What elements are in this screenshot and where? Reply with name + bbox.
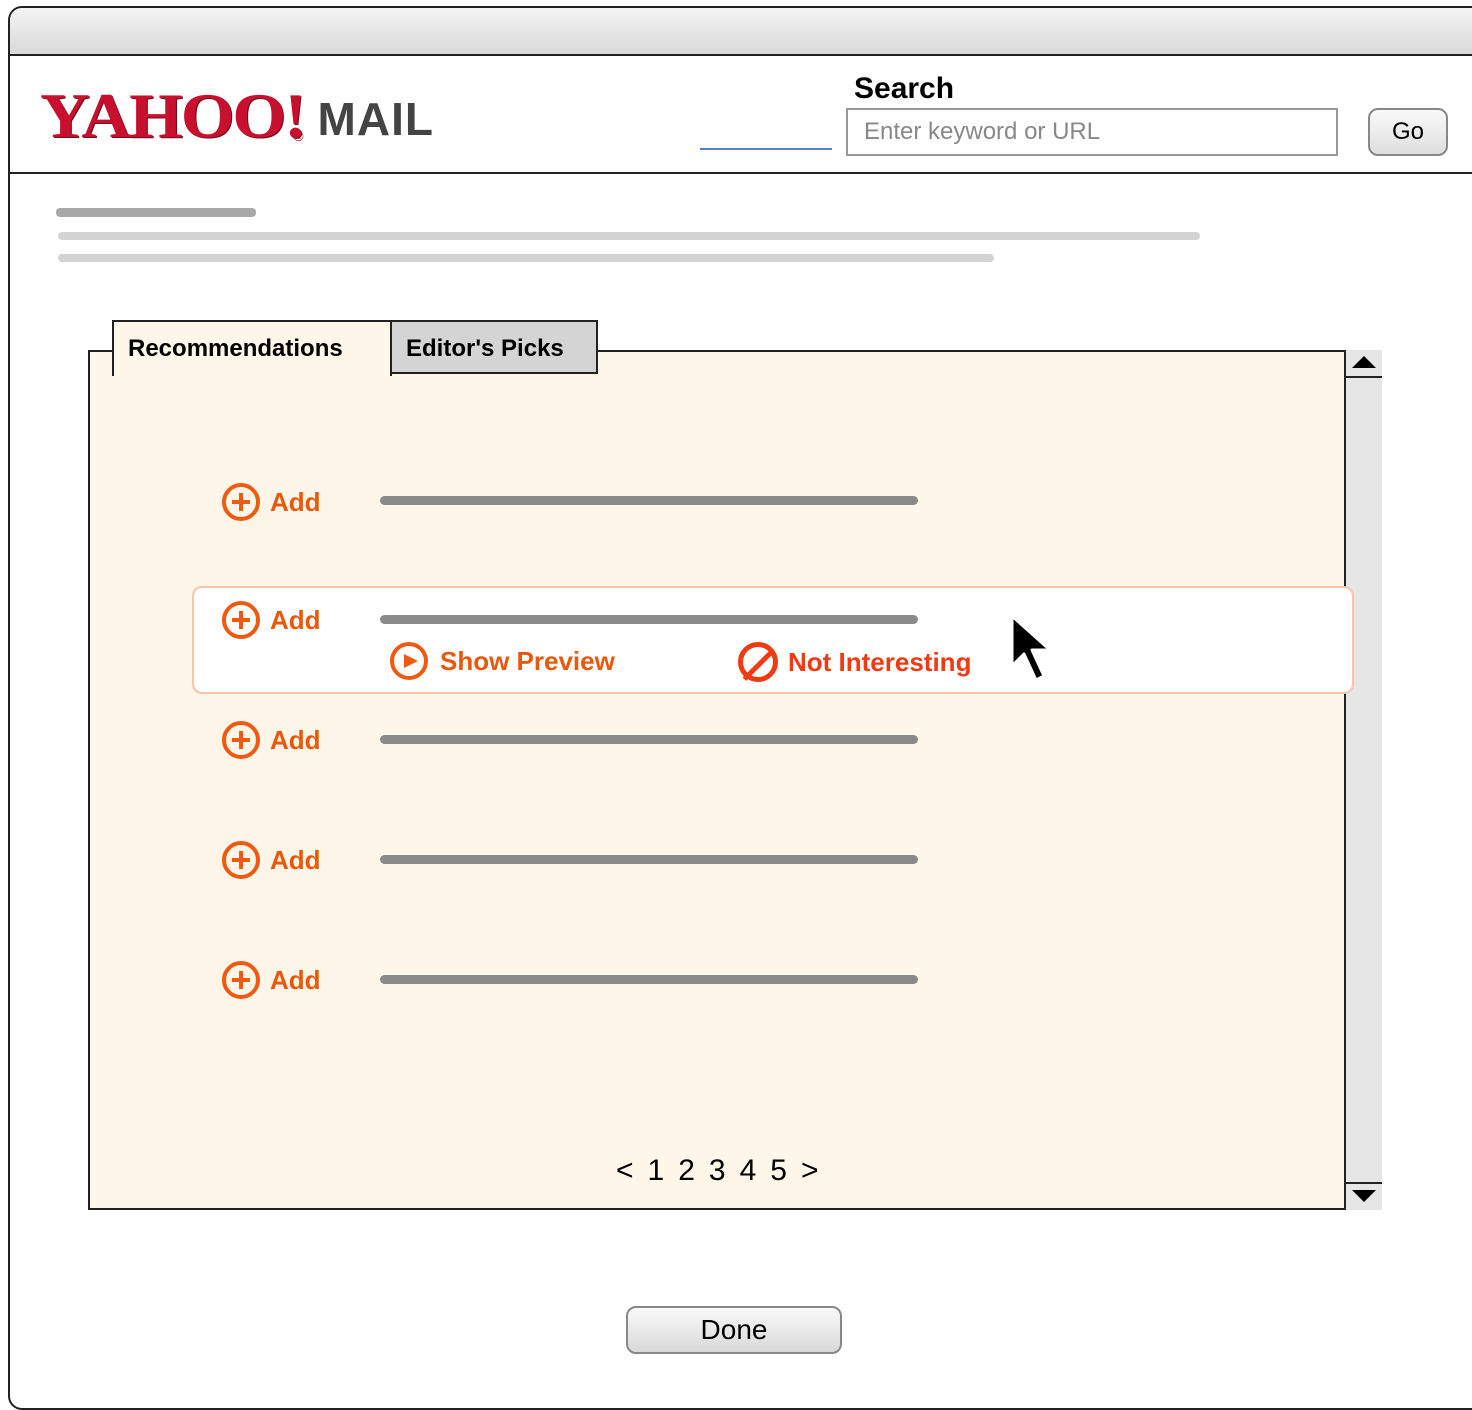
recommendations-panel bbox=[88, 350, 1382, 1210]
item-title-placeholder[interactable] bbox=[380, 855, 918, 864]
scroll-down-button[interactable] bbox=[1346, 1182, 1382, 1210]
add-label: Add bbox=[270, 486, 321, 517]
play-circle-icon bbox=[390, 642, 428, 680]
item-title-placeholder[interactable] bbox=[380, 735, 918, 744]
add-label: Add bbox=[270, 964, 321, 995]
skeleton-heading bbox=[56, 208, 256, 217]
logo-wordmark: YAHOO! bbox=[40, 80, 307, 151]
add-label: Add bbox=[270, 844, 321, 875]
pagination: < 1 2 3 4 5 > bbox=[616, 1154, 819, 1188]
item-title-placeholder[interactable] bbox=[380, 496, 918, 505]
pagination-page-4[interactable]: 4 bbox=[740, 1154, 757, 1188]
plus-circle-icon bbox=[222, 961, 260, 999]
add-button[interactable]: Add bbox=[222, 601, 321, 639]
list-item: Add bbox=[222, 838, 321, 882]
skeleton-text-line bbox=[58, 232, 1200, 240]
scroll-up-button[interactable] bbox=[1346, 350, 1382, 378]
arrow-up-icon bbox=[1352, 356, 1376, 368]
add-label: Add bbox=[270, 604, 321, 635]
add-button[interactable]: Add bbox=[222, 961, 321, 999]
arrow-down-icon bbox=[1352, 1190, 1376, 1202]
plus-circle-icon bbox=[222, 483, 260, 521]
item-title-placeholder[interactable] bbox=[380, 615, 918, 624]
list-item: Add bbox=[222, 718, 321, 762]
header: YAHOO! ® MAIL Search Go bbox=[10, 56, 1472, 174]
pagination-page-2[interactable]: 2 bbox=[678, 1154, 695, 1188]
add-button[interactable]: Add bbox=[222, 483, 321, 521]
pagination-next[interactable]: > bbox=[801, 1154, 819, 1188]
plus-circle-icon bbox=[222, 601, 260, 639]
go-button[interactable]: Go bbox=[1368, 108, 1448, 156]
prohibited-icon bbox=[738, 642, 778, 682]
plus-circle-icon bbox=[222, 841, 260, 879]
add-button[interactable]: Add bbox=[222, 841, 321, 879]
show-preview-button[interactable]: Show Preview bbox=[390, 642, 615, 680]
list-item: Add bbox=[222, 958, 321, 1002]
pagination-prev[interactable]: < bbox=[616, 1154, 634, 1188]
list-item: Add bbox=[222, 480, 321, 524]
pagination-page-1[interactable]: 1 bbox=[648, 1154, 665, 1188]
pagination-page-5[interactable]: 5 bbox=[770, 1154, 787, 1188]
tab-editors-picks[interactable]: Editor's Picks bbox=[390, 320, 598, 374]
add-label: Add bbox=[270, 724, 321, 755]
not-interesting-label: Not Interesting bbox=[788, 646, 972, 677]
add-button[interactable]: Add bbox=[222, 721, 321, 759]
tab-recommendations[interactable]: Recommendations bbox=[112, 320, 392, 376]
search-label: Search bbox=[854, 72, 955, 105]
pagination-page-3[interactable]: 3 bbox=[709, 1154, 726, 1188]
logo-product-name: MAIL bbox=[317, 93, 434, 145]
plus-circle-icon bbox=[222, 721, 260, 759]
mouse-pointer-icon bbox=[1010, 614, 1052, 682]
skeleton-text-line bbox=[58, 254, 994, 262]
list-item: Add bbox=[222, 598, 321, 642]
vertical-scrollbar[interactable] bbox=[1344, 350, 1382, 1210]
item-title-placeholder[interactable] bbox=[380, 975, 918, 984]
not-interesting-button[interactable]: Not Interesting bbox=[738, 642, 971, 682]
title-bar bbox=[10, 8, 1472, 56]
show-preview-label: Show Preview bbox=[440, 645, 615, 676]
search-input[interactable] bbox=[846, 108, 1338, 156]
done-button[interactable]: Done bbox=[626, 1306, 842, 1354]
divider-link-underline bbox=[700, 148, 832, 150]
yahoo-mail-logo[interactable]: YAHOO! ® MAIL bbox=[40, 68, 434, 148]
